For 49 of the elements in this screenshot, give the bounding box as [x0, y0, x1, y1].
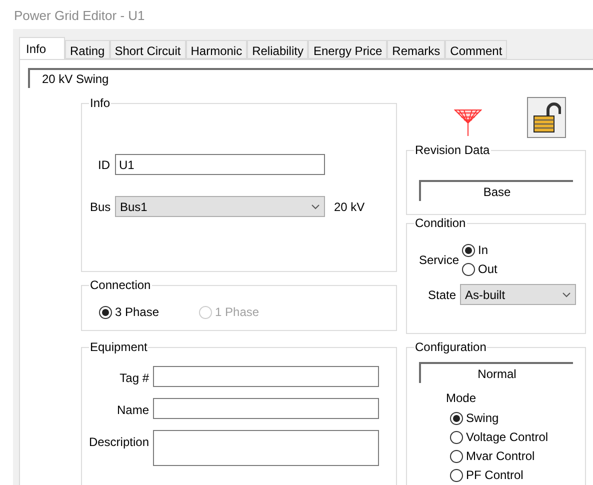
field-label: Description	[88, 434, 149, 451]
lock-button[interactable]	[527, 97, 566, 138]
radio-label: In	[478, 242, 488, 258]
radio-button[interactable]	[450, 412, 463, 424]
tab[interactable]: Rating	[65, 40, 110, 59]
radio-button[interactable]	[450, 468, 463, 482]
window-title: Power Grid Editor - U1	[13, 7, 146, 25]
tab[interactable]: Harmonic	[186, 40, 248, 59]
radio-button[interactable]	[450, 430, 463, 444]
radio-label: Mvar Control	[466, 448, 535, 464]
radio-label: Swing	[466, 410, 499, 426]
tab[interactable]: Remarks	[387, 40, 446, 59]
input-field[interactable]	[153, 366, 379, 387]
radio-button[interactable]	[462, 244, 476, 256]
mode-label: Mode	[446, 390, 478, 407]
antenna-icon	[454, 109, 482, 136]
dropdown[interactable]: Bus1	[115, 196, 325, 217]
padlock-icon	[532, 102, 560, 134]
bus-label: Bus	[90, 198, 110, 216]
radio-button[interactable]	[462, 262, 476, 276]
text-area[interactable]	[153, 430, 379, 466]
radio-label: 1 Phase	[215, 304, 260, 320]
group-title: Configuration	[414, 339, 488, 355]
group-title: Equipment	[89, 339, 148, 355]
radio-label: Out	[478, 261, 498, 277]
chevron-down-icon	[562, 292, 572, 298]
tab[interactable]: Info	[19, 37, 66, 59]
header-field: 20 kV Swing	[28, 68, 593, 88]
field-label: Tag #	[118, 370, 149, 387]
radio-button[interactable]	[99, 306, 112, 318]
radio-button[interactable]	[450, 450, 463, 462]
radio-label: PF Control	[466, 467, 524, 483]
tab[interactable]: Energy Price	[308, 40, 388, 59]
id-field[interactable]: U1	[115, 154, 325, 175]
chevron-down-icon	[311, 204, 320, 210]
dropdown[interactable]: As-built	[460, 284, 576, 305]
tab[interactable]: Short Circuit	[110, 40, 186, 59]
state-label: State	[428, 286, 456, 304]
revision-field: Base	[419, 180, 573, 201]
service-label: Service	[419, 252, 460, 268]
id-label: ID	[97, 156, 110, 174]
tab[interactable]: Comment	[445, 40, 508, 59]
radio-label: 3 Phase	[115, 304, 160, 320]
bus-voltage: 20 kV	[334, 198, 365, 216]
radio-label: Voltage Control	[466, 429, 548, 445]
tab[interactable]: Reliability	[247, 40, 308, 59]
field-label: Name	[116, 402, 149, 419]
input-field[interactable]	[153, 398, 379, 419]
configuration-field: Normal	[419, 362, 573, 383]
